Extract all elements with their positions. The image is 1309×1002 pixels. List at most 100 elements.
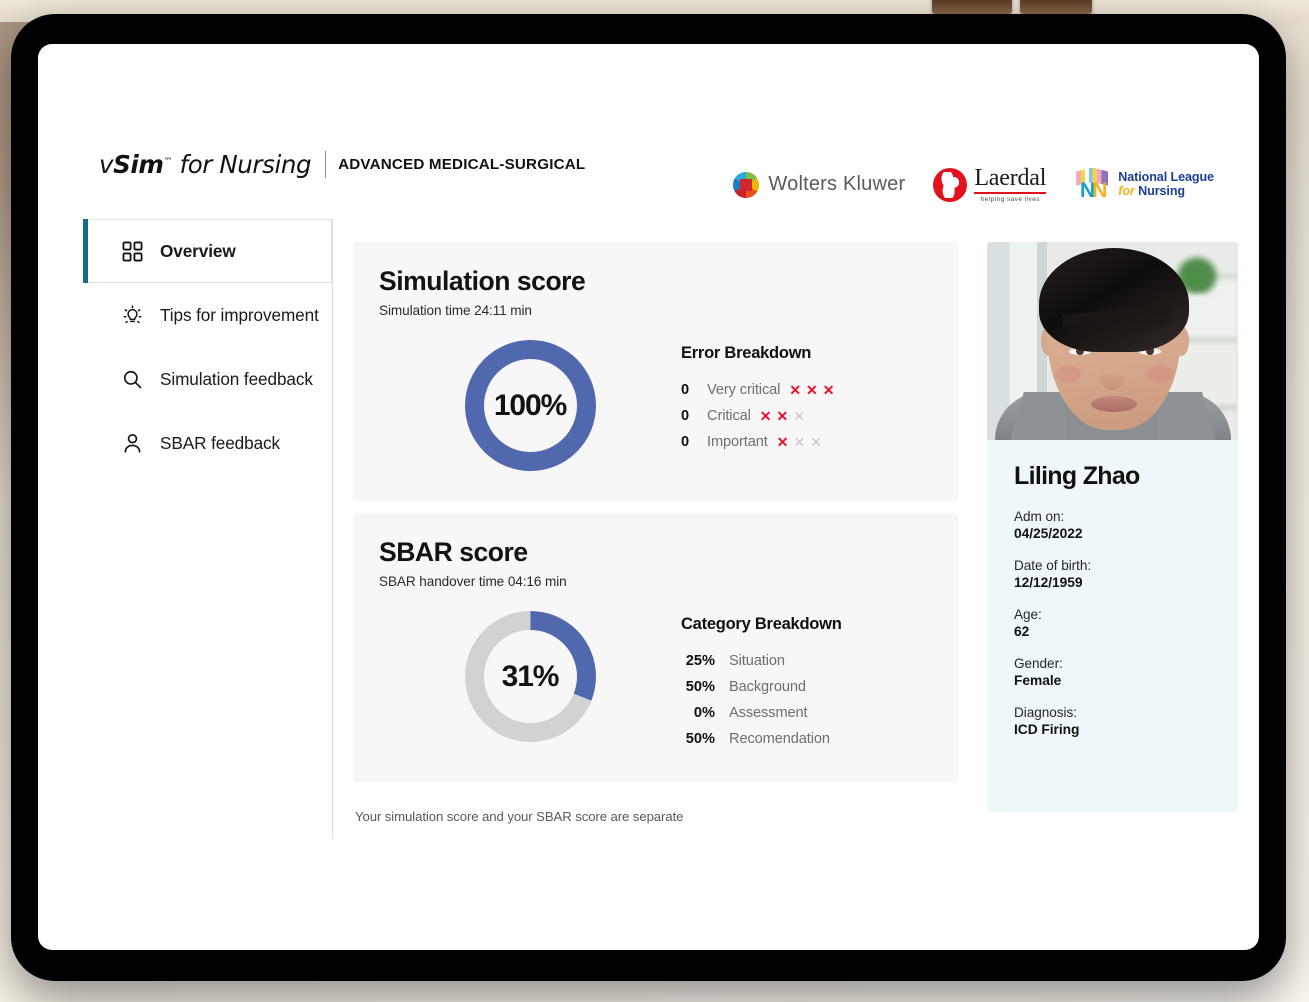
grid-icon (120, 239, 144, 263)
error-count: 0 (681, 382, 690, 398)
avatar-mouth (1091, 396, 1137, 412)
patient-field-value: 12/12/1959 (1014, 575, 1083, 590)
error-count: 0 (681, 434, 690, 450)
nln-book-icon: NN (1074, 167, 1110, 202)
sidebar-item-overview-label: Overview (160, 240, 236, 261)
content-area: Overview Tips for improvement Simulation… (38, 209, 1259, 950)
sbar-score-card: SBAR score SBAR handover time 04:16 min … (353, 513, 958, 782)
error-row: 0 Important ✕ ✕ ✕ (681, 429, 835, 455)
error-breakdown-title: Error Breakdown (681, 344, 812, 362)
category-label: Background (729, 679, 806, 695)
simulation-time: Simulation time 24:11 min (379, 303, 532, 318)
x-icon: ✕ (806, 382, 818, 398)
brand-rest: for Nursing (172, 150, 312, 179)
laerdal-mark-icon (933, 167, 968, 202)
patient-field-value: Female (1014, 673, 1062, 688)
patient-avatar (987, 242, 1238, 440)
search-icon (120, 367, 144, 391)
wolters-kluwer-mark-icon (733, 171, 760, 198)
category-label: Recomendation (729, 731, 830, 747)
sidebar-item-overview[interactable]: Overview (83, 219, 332, 283)
tablet-screen: vSim™ for Nursing ADVANCED MEDICAL-SURGI… (38, 44, 1259, 950)
sbar-score-body: 31% Category Breakdown 25% Situation 50%… (379, 607, 932, 762)
x-icon-muted: ✕ (793, 434, 806, 450)
avatar-cheek-left (1053, 364, 1083, 384)
person-icon (120, 431, 144, 455)
patient-field-diagnosis: Diagnosis: ICD Firing (1014, 705, 1211, 737)
desk-object-right (1020, 0, 1092, 14)
nln-monogram: NN (1080, 178, 1107, 202)
category-percent: 25% (685, 653, 715, 669)
patient-details: Liling Zhao Adm on: 04/25/2022 Date of b… (987, 440, 1238, 737)
patient-field-value: 62 (1014, 624, 1030, 639)
patient-field-dob: Date of birth: 12/12/1959 (1014, 558, 1211, 590)
category-percent: 50% (685, 731, 715, 747)
patient-field-label: Diagnosis: (1014, 705, 1077, 720)
patient-field-label: Gender: (1014, 656, 1063, 671)
patient-field-label: Date of birth: (1014, 558, 1092, 573)
laerdal-wordmark: Laerdal helping save lives (974, 166, 1046, 203)
avatar-hair (1039, 248, 1189, 352)
simulation-score-title: Simulation score (379, 266, 586, 296)
patient-field-label: Adm on: (1014, 509, 1065, 524)
x-icon: ✕ (776, 408, 789, 424)
patient-field-value: 04/25/2022 (1014, 526, 1083, 541)
patient-field-label: Age: (1014, 607, 1042, 622)
score-footnote: Your simulation score and your SBAR scor… (355, 809, 684, 824)
x-icon-muted: ✕ (793, 408, 805, 424)
patient-panel: Liling Zhao Adm on: 04/25/2022 Date of b… (987, 242, 1238, 812)
x-icon: ✕ (822, 382, 835, 398)
tablet-device: vSim™ for Nursing ADVANCED MEDICAL-SURGI… (11, 14, 1286, 981)
sidebar-item-tips[interactable]: Tips for improvement (83, 283, 332, 347)
error-row: 0 Very critical ✕ ✕ ✕ (681, 377, 835, 403)
sbar-score-value: 31% (501, 659, 560, 693)
trademark-symbol: ™ (163, 156, 173, 167)
sbar-score-donut: 31% (464, 611, 596, 742)
category-breakdown: Category Breakdown 25% Situation 50% Bac… (681, 607, 842, 752)
category-label: Assessment (729, 705, 808, 721)
sidebar-item-tips-label: Tips for improvement (160, 304, 319, 325)
simulation-score-value: 100% (493, 388, 567, 422)
wolters-kluwer-logo: Wolters Kluwer (733, 171, 905, 198)
sidebar-item-simulation-feedback-label: Simulation feedback (160, 368, 313, 389)
main-column: Simulation score Simulation time 24:11 m… (353, 242, 958, 824)
error-label: Critical (707, 408, 751, 424)
brand-title: vSim™ for Nursing (99, 150, 312, 179)
simulation-donut-wrap: 100% (379, 336, 681, 471)
error-breakdown: Error Breakdown 0 Very critical ✕ ✕ ✕ 0 Cr… (681, 336, 835, 455)
laerdal-label: Laerdal (974, 165, 1047, 191)
app-header: vSim™ for Nursing ADVANCED MEDICAL-SURGI… (38, 44, 1259, 209)
nln-line-2-rest: Nursing (1138, 183, 1186, 198)
desk-object-left (932, 0, 1012, 14)
sidebar-nav: Overview Tips for improvement Simulation… (83, 219, 332, 475)
partner-logos: Wolters Kluwer Laerdal helping save live… (733, 166, 1214, 203)
patient-field-age: Age: 62 (1014, 607, 1211, 639)
category-row: 0% Assessment (681, 700, 842, 726)
sidebar-item-sbar-feedback[interactable]: SBAR feedback (83, 411, 332, 475)
nln-wordmark: National League for Nursing (1118, 171, 1214, 198)
simulation-score-donut: 100% (464, 340, 596, 471)
patient-field-gender: Gender: Female (1014, 656, 1211, 688)
error-severity-marks: ✕ ✕ ✕ (777, 435, 822, 449)
error-severity-marks: ✕ ✕ ✕ (789, 383, 834, 397)
x-icon: ✕ (759, 408, 772, 424)
laerdal-logo: Laerdal helping save lives (933, 166, 1046, 203)
patient-name: Liling Zhao (1014, 462, 1140, 490)
nln-line-2-for: for (1118, 183, 1135, 198)
error-label: Very critical (707, 382, 781, 398)
x-icon: ✕ (776, 434, 789, 450)
avatar-nose (1099, 360, 1125, 390)
category-breakdown-title: Category Breakdown (681, 615, 842, 633)
sbar-handover-time: SBAR handover time 04:16 min (379, 574, 567, 589)
brand-bold: Sim (113, 150, 164, 179)
lightbulb-icon (120, 303, 144, 327)
sbar-score-title: SBAR score (379, 537, 528, 567)
category-row: 50% Background (681, 674, 842, 700)
simulation-score-card: Simulation score Simulation time 24:11 m… (353, 242, 958, 501)
simulation-score-body: 100% Error Breakdown 0 Very critical ✕ ✕ ✕ (379, 336, 932, 481)
simulation-donut-hole: 100% (483, 359, 577, 452)
category-percent: 0% (693, 705, 715, 721)
sidebar-item-simulation-feedback[interactable]: Simulation feedback (83, 347, 332, 411)
laerdal-tagline: helping save lives (980, 196, 1040, 203)
patient-field-value: ICD Firing (1014, 722, 1080, 737)
